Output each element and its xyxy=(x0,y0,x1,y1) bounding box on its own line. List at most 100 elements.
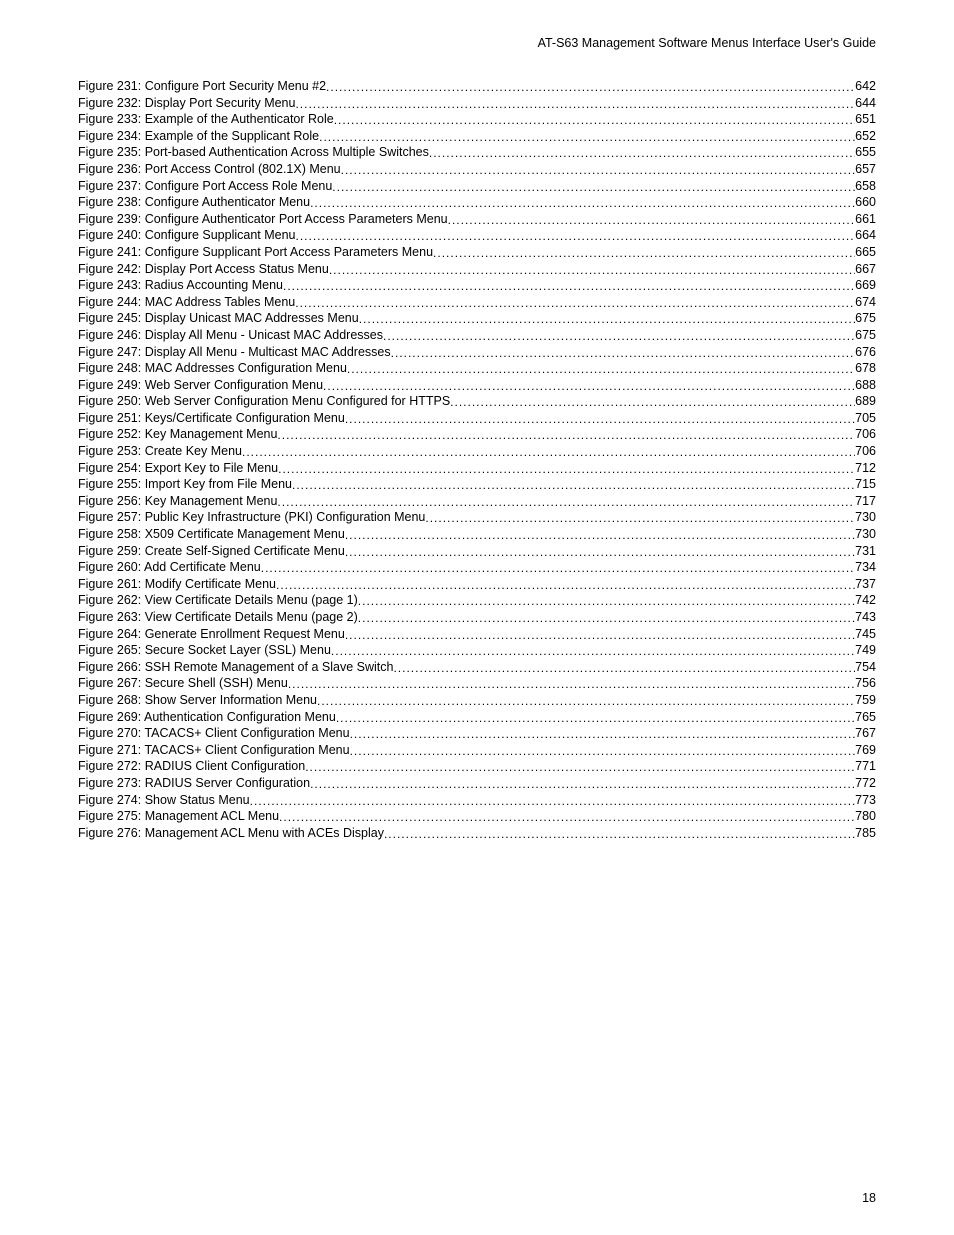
toc-entry[interactable]: Figure 246: Display All Menu - Unicast M… xyxy=(78,329,876,342)
toc-entry[interactable]: Figure 235: Port-based Authentication Ac… xyxy=(78,146,876,159)
list-of-figures: Figure 231: Configure Port Security Menu… xyxy=(78,80,876,839)
toc-entry[interactable]: Figure 255: Import Key from File Menu 715 xyxy=(78,478,876,491)
toc-entry-label: Figure 259: Create Self-Signed Certifica… xyxy=(78,545,345,558)
toc-dot-leader xyxy=(295,297,855,309)
toc-entry-label: Figure 269: Authentication Configuration… xyxy=(78,711,336,724)
toc-entry[interactable]: Figure 274: Show Status Menu773 xyxy=(78,794,876,807)
toc-dot-leader xyxy=(277,496,855,508)
toc-dot-leader xyxy=(448,214,856,226)
toc-entry[interactable]: Figure 262: View Certificate Details Men… xyxy=(78,594,876,607)
toc-dot-leader xyxy=(283,280,855,292)
toc-entry-page: 715 xyxy=(855,478,876,491)
toc-entry-label: Figure 239: Configure Authenticator Port… xyxy=(78,213,448,226)
toc-entry[interactable]: Figure 245: Display Unicast MAC Addresse… xyxy=(78,312,876,325)
toc-entry[interactable]: Figure 265: Secure Socket Layer (SSL) Me… xyxy=(78,644,876,657)
toc-entry[interactable]: Figure 261: Modify Certificate Menu737 xyxy=(78,578,876,591)
toc-entry-page: 745 xyxy=(855,628,876,641)
toc-entry[interactable]: Figure 260: Add Certificate Menu734 xyxy=(78,561,876,574)
toc-entry[interactable]: Figure 236: Port Access Control (802.1X)… xyxy=(78,163,876,176)
toc-dot-leader xyxy=(276,579,855,591)
toc-dot-leader xyxy=(450,396,855,408)
toc-entry-label: Figure 270: TACACS+ Client Configuration… xyxy=(78,727,350,740)
toc-entry[interactable]: Figure 270: TACACS+ Client Configuration… xyxy=(78,727,876,740)
toc-entry-page: 712 xyxy=(855,462,876,475)
toc-entry[interactable]: Figure 232: Display Port Security Menu64… xyxy=(78,97,876,110)
page-number: 18 xyxy=(862,1191,876,1205)
toc-entry[interactable]: Figure 243: Radius Accounting Menu669 xyxy=(78,279,876,292)
toc-dot-leader xyxy=(350,745,856,757)
toc-entry-page: 661 xyxy=(855,213,876,226)
toc-entry-label: Figure 244: MAC Address Tables Menu xyxy=(78,296,295,309)
toc-entry[interactable]: Figure 248: MAC Addresses Configuration … xyxy=(78,362,876,375)
toc-entry-label: Figure 251: Keys/Certificate Configurati… xyxy=(78,412,345,425)
toc-entry[interactable]: Figure 254: Export Key to File Menu712 xyxy=(78,462,876,475)
toc-dot-leader xyxy=(242,446,855,458)
toc-entry[interactable]: Figure 276: Management ACL Menu with ACE… xyxy=(78,827,876,840)
toc-entry[interactable]: Figure 250: Web Server Configuration Men… xyxy=(78,395,876,408)
toc-dot-leader xyxy=(305,761,855,773)
toc-entry-page: 675 xyxy=(855,329,876,342)
toc-dot-leader xyxy=(345,629,855,641)
toc-entry-label: Figure 257: Public Key Infrastructure (P… xyxy=(78,511,425,524)
toc-entry-label: Figure 255: Import Key from File Menu xyxy=(78,478,292,491)
toc-entry-page: 678 xyxy=(855,362,876,375)
toc-entry-page: 644 xyxy=(855,97,876,110)
toc-dot-leader xyxy=(358,595,855,607)
toc-entry-page: 756 xyxy=(855,677,876,690)
toc-entry[interactable]: Figure 241: Configure Supplicant Port Ac… xyxy=(78,246,876,259)
toc-entry-label: Figure 256: Key Management Menu xyxy=(78,495,277,508)
toc-entry[interactable]: Figure 266: SSH Remote Management of a S… xyxy=(78,661,876,674)
toc-entry-label: Figure 245: Display Unicast MAC Addresse… xyxy=(78,312,359,325)
toc-entry[interactable]: Figure 257: Public Key Infrastructure (P… xyxy=(78,511,876,524)
toc-entry[interactable]: Figure 234: Example of the Supplicant Ro… xyxy=(78,130,876,143)
toc-dot-leader xyxy=(292,479,855,491)
toc-entry[interactable]: Figure 273: RADIUS Server Configuration7… xyxy=(78,777,876,790)
toc-entry-label: Figure 260: Add Certificate Menu xyxy=(78,561,261,574)
toc-entry[interactable]: Figure 239: Configure Authenticator Port… xyxy=(78,213,876,226)
toc-entry[interactable]: Figure 267: Secure Shell (SSH) Menu756 xyxy=(78,677,876,690)
toc-entry[interactable]: Figure 253: Create Key Menu706 xyxy=(78,445,876,458)
toc-entry-page: 773 xyxy=(855,794,876,807)
toc-entry-page: 765 xyxy=(855,711,876,724)
toc-entry[interactable]: Figure 244: MAC Address Tables Menu 674 xyxy=(78,296,876,309)
toc-entry-label: Figure 235: Port-based Authentication Ac… xyxy=(78,146,429,159)
toc-entry-page: 705 xyxy=(855,412,876,425)
toc-entry[interactable]: Figure 272: RADIUS Client Configuration7… xyxy=(78,760,876,773)
toc-entry[interactable]: Figure 249: Web Server Configuration Men… xyxy=(78,379,876,392)
toc-entry-label: Figure 258: X509 Certificate Management … xyxy=(78,528,345,541)
toc-dot-leader xyxy=(331,645,855,657)
toc-entry-page: 767 xyxy=(855,727,876,740)
toc-entry[interactable]: Figure 238: Configure Authenticator Menu… xyxy=(78,196,876,209)
toc-dot-leader xyxy=(345,546,855,558)
toc-entry[interactable]: Figure 269: Authentication Configuration… xyxy=(78,711,876,724)
toc-entry[interactable]: Figure 233: Example of the Authenticator… xyxy=(78,113,876,126)
toc-entry-page: 658 xyxy=(855,180,876,193)
toc-entry[interactable]: Figure 237: Configure Port Access Role M… xyxy=(78,180,876,193)
toc-entry-page: 785 xyxy=(855,827,876,840)
toc-entry[interactable]: Figure 258: X509 Certificate Management … xyxy=(78,528,876,541)
toc-entry[interactable]: Figure 242: Display Port Access Status M… xyxy=(78,263,876,276)
toc-entry[interactable]: Figure 259: Create Self-Signed Certifica… xyxy=(78,545,876,558)
toc-entry[interactable]: Figure 275: Management ACL Menu780 xyxy=(78,810,876,823)
toc-entry[interactable]: Figure 268: Show Server Information Menu… xyxy=(78,694,876,707)
toc-entry[interactable]: Figure 252: Key Management Menu706 xyxy=(78,428,876,441)
toc-dot-leader xyxy=(347,363,855,375)
toc-entry-page: 674 xyxy=(855,296,876,309)
toc-entry[interactable]: Figure 247: Display All Menu - Multicast… xyxy=(78,346,876,359)
toc-entry-label: Figure 237: Configure Port Access Role M… xyxy=(78,180,332,193)
toc-entry[interactable]: Figure 251: Keys/Certificate Configurati… xyxy=(78,412,876,425)
toc-dot-leader xyxy=(433,247,855,259)
toc-entry-label: Figure 265: Secure Socket Layer (SSL) Me… xyxy=(78,644,331,657)
toc-entry-label: Figure 252: Key Management Menu xyxy=(78,428,277,441)
toc-dot-leader xyxy=(310,197,855,209)
toc-entry[interactable]: Figure 231: Configure Port Security Menu… xyxy=(78,80,876,93)
toc-entry[interactable]: Figure 264: Generate Enrollment Request … xyxy=(78,628,876,641)
toc-entry-page: 730 xyxy=(855,511,876,524)
toc-entry-label: Figure 250: Web Server Configuration Men… xyxy=(78,395,450,408)
toc-entry[interactable]: Figure 271: TACACS+ Client Configuration… xyxy=(78,744,876,757)
toc-entry-label: Figure 268: Show Server Information Menu xyxy=(78,694,317,707)
toc-entry[interactable]: Figure 256: Key Management Menu717 xyxy=(78,495,876,508)
toc-dot-leader xyxy=(359,313,855,325)
toc-entry[interactable]: Figure 240: Configure Supplicant Menu664 xyxy=(78,229,876,242)
toc-entry[interactable]: Figure 263: View Certificate Details Men… xyxy=(78,611,876,624)
